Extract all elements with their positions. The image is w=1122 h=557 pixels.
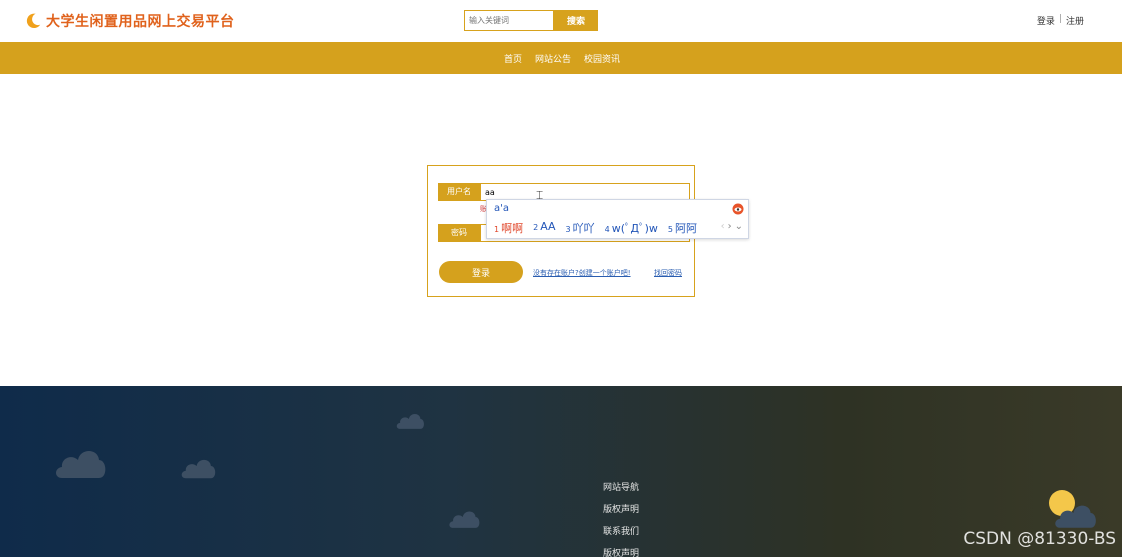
ime-candidate[interactable]: 4 w(ﾟДﾟ)w [605,220,658,236]
footer-link-copyright[interactable]: 版权声明 [603,502,639,515]
cloud-icon [56,451,106,478]
ime-candidate[interactable]: 2 AA [533,220,555,236]
search-button[interactable]: 搜索 [554,10,598,31]
site-title: 大学生闲置用品网上交易平台 [46,14,235,30]
cloud-icon [1055,505,1096,528]
footer-links: 网站导航 版权声明 联系我们 版权声明 [603,480,639,557]
footer-link-contact[interactable]: 联系我们 [603,524,639,537]
password-label: 密码 [438,224,480,242]
ime-logo-icon[interactable] [732,203,744,215]
cloud-icon [449,511,480,528]
create-account-link[interactable]: 没有存在账户?创建一个账户吧! [533,268,631,278]
footer-link-site-nav[interactable]: 网站导航 [603,480,639,493]
ime-composition: a'a [494,203,510,214]
chevron-down-icon[interactable]: ⌄ [735,221,743,232]
register-link[interactable]: 注册 [1066,14,1084,27]
moon-icon [26,13,41,29]
nav-item-campus-news[interactable]: 校园资讯 [584,52,620,65]
login-link[interactable]: 登录 [1037,14,1055,27]
login-button[interactable]: 登录 [439,261,523,283]
chevron-right-icon[interactable]: › [728,221,732,232]
ime-candidate[interactable]: 5 阿阿 [668,220,697,236]
footer: 网站导航 版权声明 联系我们 版权声明 CSDN @81330-BS [0,386,1122,557]
search-input[interactable] [464,10,554,31]
ime-candidate[interactable]: 1 啊啊 [494,220,523,236]
ime-candidate-popup: a'a 1 啊啊 2 AA 3 吖吖 4 w(ﾟДﾟ)w 5 阿阿 ‹ › ⌄ [486,199,749,239]
cloud-icon [181,459,216,479]
separator: | [1058,14,1062,24]
username-label: 用户名 [438,183,480,201]
search-bar: 搜索 [464,10,598,31]
ime-candidate[interactable]: 3 吖吖 [566,220,595,236]
nav-item-announcements[interactable]: 网站公告 [535,52,571,65]
footer-link-copyright-2[interactable]: 版权声明 [603,546,639,557]
account-links: 登录 | 注册 [1037,14,1084,27]
cloud-icon [396,414,424,429]
logo[interactable]: 大学生闲置用品网上交易平台 [24,10,235,32]
main-nav: 首页 网站公告 校园资讯 [0,42,1122,74]
forgot-password-link[interactable]: 找回密码 [654,268,682,278]
header: 大学生闲置用品网上交易平台 搜索 登录 | 注册 [0,0,1122,42]
nav-item-home[interactable]: 首页 [504,52,522,65]
watermark: CSDN @81330-BS [963,529,1116,549]
chevron-left-icon[interactable]: ‹ [721,221,725,232]
